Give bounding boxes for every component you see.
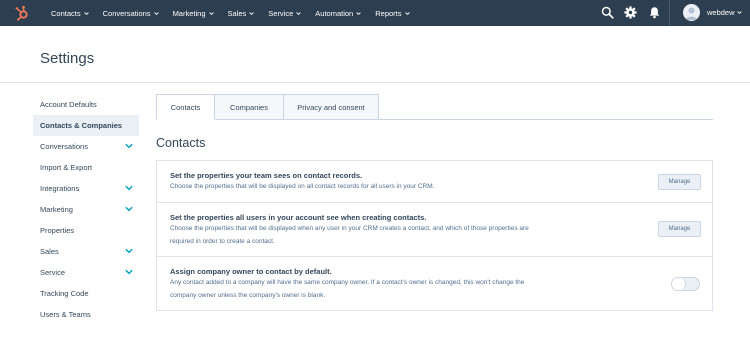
nav-menu-label: Contacts (51, 8, 81, 18)
avatar[interactable] (683, 4, 700, 21)
nav-menu-contacts[interactable]: Contacts (51, 9, 89, 18)
description-line: company owner unless the company's owner… (170, 291, 326, 299)
sidebar-item-contacts-companies[interactable]: Contacts & Companies (33, 115, 139, 136)
chevron-down-icon (249, 11, 254, 15)
settings-sidebar: Account Defaults Contacts & Companies Conv… (33, 94, 139, 325)
assign-company-owner-toggle[interactable] (671, 277, 700, 291)
sidebar-item-conversations[interactable]: Conversations (33, 136, 139, 157)
setting-row-company-owner: Assign company owner to contact by defau… (157, 257, 712, 310)
setting-description: Choose the properties that will be displ… (170, 223, 630, 248)
chevron-down-icon[interactable] (125, 269, 133, 275)
user-silhouette-icon (685, 7, 698, 20)
sidebar-item-label: Marketing (40, 205, 73, 214)
sidebar-item-account-defaults[interactable]: Account Defaults (33, 94, 139, 115)
nav-menu-service[interactable]: Service (268, 9, 301, 18)
sidebar-item-integrations[interactable]: Integrations (33, 178, 139, 199)
sidebar-item-label: Sales (40, 247, 59, 256)
tab-companies[interactable]: Companies (214, 94, 284, 120)
setting-title: Assign company owner to contact by defau… (170, 267, 332, 276)
sidebar-item-label: Account Defaults (40, 100, 97, 109)
sidebar-item-service[interactable]: Service (33, 262, 139, 283)
sidebar-item-label: Integrations (40, 184, 80, 193)
sidebar-item-label: Contacts & Companies (40, 121, 123, 130)
chevron-down-icon (404, 11, 410, 15)
tab-bar: Contacts Companies Privacy and consent (156, 94, 713, 120)
chevron-down-icon (296, 11, 301, 15)
sidebar-item-import-export[interactable]: Import & Export (33, 157, 139, 178)
toggle-knob (672, 278, 686, 290)
sidebar-item-sales[interactable]: Sales (33, 241, 139, 262)
setting-description: Choose the properties that will be displ… (170, 181, 630, 194)
tab-privacy-and-consent[interactable]: Privacy and consent (283, 94, 379, 120)
sidebar-item-label: Users & Teams (40, 310, 91, 319)
chevron-down-icon[interactable] (125, 185, 133, 191)
hubspot-sprocket-icon[interactable] (14, 5, 30, 21)
nav-menu-label: Conversations (102, 8, 151, 18)
chevron-down-icon (208, 11, 214, 15)
bell-icon[interactable] (648, 6, 661, 19)
manage-record-properties-button[interactable]: Manage (658, 174, 701, 190)
chevron-down-icon[interactable] (737, 10, 742, 15)
setting-title: Set the properties all users in your acc… (170, 213, 427, 222)
setting-row-create-properties: Set the properties all users in your acc… (157, 203, 712, 257)
sidebar-item-label: Tracking Code (40, 289, 89, 298)
chevron-down-icon (356, 11, 361, 15)
nav-menu-label: Automation (315, 8, 354, 18)
chevron-down-icon[interactable] (125, 206, 133, 212)
sidebar-item-label: Import & Export (40, 163, 93, 172)
chevron-down-icon (83, 11, 89, 15)
top-navigation-bar: Contacts Conversations Marketing Sales Servi… (0, 0, 750, 26)
setting-description: Any contact added to a company will have… (170, 277, 630, 302)
sidebar-item-marketing[interactable]: Marketing (33, 199, 139, 220)
main-menu: Contacts Conversations Marketing Sales Servi… (51, 0, 424, 26)
nav-menu-marketing[interactable]: Marketing (173, 9, 214, 18)
sidebar-item-label: Service (40, 268, 66, 277)
nav-menu-label: Service (268, 8, 294, 18)
sidebar-item-users-teams[interactable]: Users & Teams (33, 304, 139, 325)
nav-menu-label: Sales (227, 8, 247, 18)
description-line: required in order to create a contact. (170, 237, 275, 245)
nav-menu-conversations[interactable]: Conversations (103, 9, 159, 18)
description-line: Choose the properties that will be displ… (170, 183, 435, 190)
sidebar-item-label: Properties (40, 226, 75, 235)
nav-menu-automation[interactable]: Automation (315, 9, 361, 18)
sidebar-item-tracking-code[interactable]: Tracking Code (33, 283, 139, 304)
description-line: Any contact added to a company will have… (170, 279, 525, 286)
chevron-down-icon[interactable] (125, 248, 133, 254)
sidebar-item-label: Conversations (40, 142, 88, 151)
description-line: Choose the properties that will be displ… (170, 225, 529, 232)
nav-divider (669, 0, 670, 26)
search-icon[interactable] (601, 6, 614, 19)
chevron-down-icon (153, 11, 159, 15)
setting-row-record-properties: Set the properties your team sees on con… (157, 161, 712, 203)
chevron-down-icon[interactable] (125, 143, 133, 149)
settings-panel: Set the properties your team sees on con… (156, 160, 713, 311)
page-title: Settings (40, 50, 95, 67)
setting-title: Set the properties your team sees on con… (170, 171, 363, 180)
nav-menu-sales[interactable]: Sales (228, 9, 255, 18)
tab-contacts[interactable]: Contacts (156, 94, 215, 120)
username[interactable]: webdew (707, 8, 735, 17)
section-title: Contacts (156, 136, 206, 150)
nav-menu-reports[interactable]: Reports (375, 8, 410, 18)
manage-create-properties-button[interactable]: Manage (658, 221, 701, 237)
nav-menu-label: Reports (375, 8, 402, 18)
header-divider (0, 82, 750, 83)
nav-menu-label: Marketing (172, 8, 206, 18)
sidebar-item-properties[interactable]: Properties (33, 220, 139, 241)
gear-icon[interactable] (624, 6, 637, 19)
